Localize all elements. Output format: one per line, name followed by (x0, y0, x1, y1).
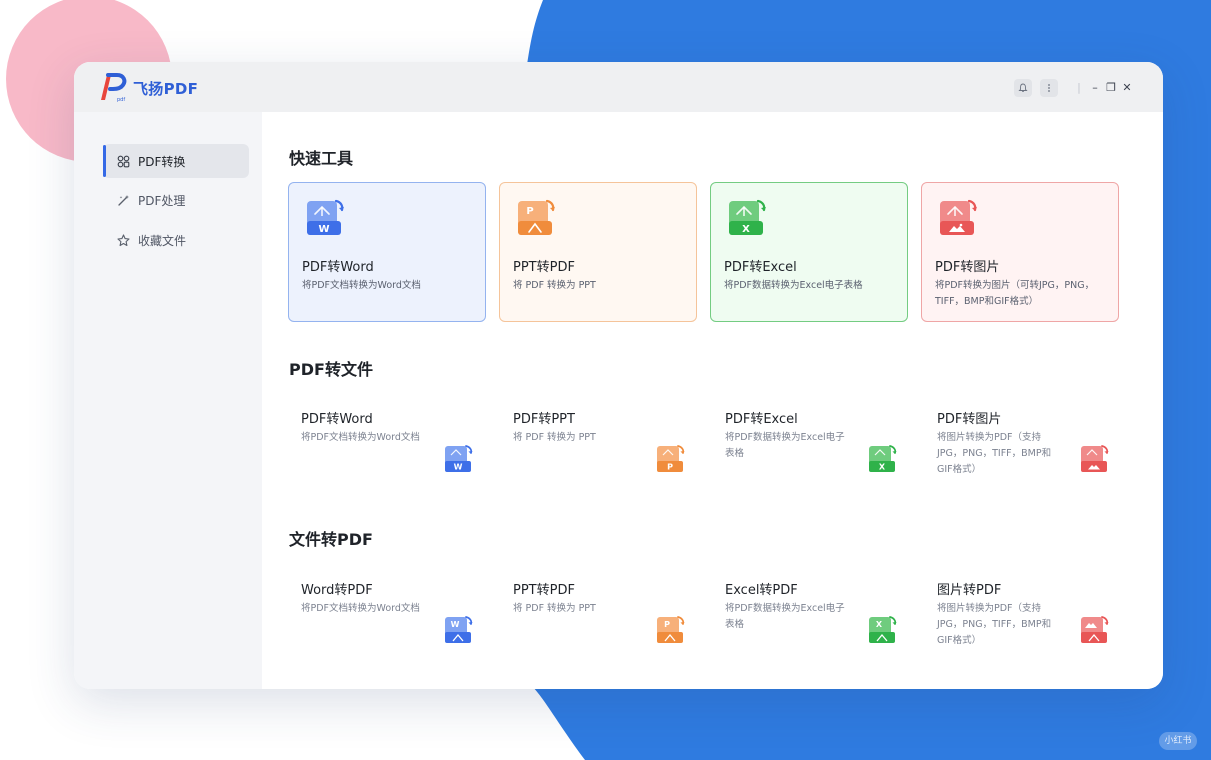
quick-card-desc: 将PDF转换为图片（可转JPG，PNG，TIFF，BMP和GIF格式） (935, 280, 1095, 307)
quick-card-title: PPT转PDF (513, 260, 575, 275)
tool-word-to-pdf[interactable]: Word转PDF 将PDF文档转换为Word文档 W (288, 579, 488, 679)
more-button[interactable] (1040, 79, 1058, 97)
tool-desc: 将PDF数据转换为Excel电子表格 (725, 432, 845, 459)
tool-desc: 将PDF文档转换为Word文档 (301, 432, 420, 443)
bell-button[interactable] (1014, 79, 1032, 97)
quick-card-title: PDF转图片 (935, 260, 1000, 275)
more-vertical-icon (1048, 84, 1050, 92)
tool-title: PDF转图片 (937, 412, 1002, 427)
app-title: 飞扬PDF (133, 80, 199, 98)
tool-excel-to-pdf[interactable]: Excel转PDF 将PDF数据转换为Excel电子表格 X (712, 579, 912, 679)
logo-sub-text: pdf (117, 97, 125, 102)
pdf-to-image-icon (1081, 445, 1109, 472)
tool-pdf-to-word[interactable]: PDF转Word 将PDF文档转换为Word文档 W (288, 408, 488, 508)
icon-badge: W (454, 463, 463, 472)
pdf-to-ppt-icon: P (657, 445, 685, 472)
pdf-to-excel-icon: X (729, 199, 766, 235)
magic-wand-icon (116, 193, 130, 207)
tool-title: Excel转PDF (725, 583, 798, 598)
quick-card-desc: 将PDF文档转换为Word文档 (302, 280, 421, 291)
sidebar: PDF转换 PDF处理 收藏文件 (74, 112, 262, 689)
titlebar-separator: | (1077, 81, 1081, 94)
icon-badge: W (451, 620, 460, 629)
image-to-pdf-icon (1081, 616, 1109, 643)
bell-icon (1018, 83, 1028, 92)
icon-badge: X (876, 620, 883, 629)
sidebar-item-pdf-convert[interactable]: PDF转换 (103, 144, 249, 178)
sidebar-item-label: PDF处理 (138, 193, 186, 208)
sidebar-item-label: 收藏文件 (138, 233, 187, 248)
quick-card-pdf-to-word[interactable]: W PDF转Word 将PDF文档转换为Word文档 (288, 182, 486, 322)
pdf-to-image-icon (940, 199, 977, 235)
pdf-to-word-icon: W (307, 199, 344, 235)
tool-title: PPT转PDF (513, 583, 575, 598)
pdf-to-word-icon: W (445, 445, 473, 472)
quick-card-pdf-to-image[interactable]: PDF转图片 将PDF转换为图片（可转JPG，PNG，TIFF，BMP和GIF格… (921, 182, 1119, 322)
tool-title: PDF转Excel (725, 412, 798, 427)
section-title-quick-tools: 快速工具 (289, 149, 354, 168)
close-button[interactable]: ✕ (1120, 79, 1134, 97)
quick-card-pdf-to-excel[interactable]: X PDF转Excel 将PDF数据转换为Excel电子表格 (710, 182, 908, 322)
tool-image-to-pdf[interactable]: 图片转PDF 将图片转换为PDF（支持JPG，PNG，TIFF，BMP和GIF格… (924, 579, 1124, 679)
tool-desc: 将图片转换为PDF（支持JPG，PNG，TIFF，BMP和GIF格式） (937, 432, 1052, 475)
excel-to-pdf-icon: X (869, 616, 897, 643)
watermark: 小红书 (1159, 732, 1197, 750)
icon-badge: X (879, 463, 886, 472)
sidebar-item-favorites[interactable]: 收藏文件 (103, 223, 249, 257)
ppt-to-pdf-icon: P (518, 199, 555, 235)
tool-desc: 将PDF数据转换为Excel电子表格 (725, 603, 845, 630)
minimize-button[interactable]: – (1088, 79, 1102, 97)
quick-card-title: PDF转Excel (724, 260, 797, 275)
ppt-to-pdf-icon: P (657, 616, 685, 643)
section-title-file-to-pdf: 文件转PDF (289, 530, 373, 549)
star-icon (116, 233, 130, 247)
quick-card-desc: 将 PDF 转换为 PPT (513, 280, 596, 291)
p-logo-icon: pdf (101, 73, 127, 102)
tool-ppt-to-pdf[interactable]: PPT转PDF 将 PDF 转换为 PPT P (500, 579, 700, 679)
quick-card-desc: 将PDF数据转换为Excel电子表格 (724, 280, 863, 291)
tool-desc: 将 PDF 转换为 PPT (513, 432, 596, 443)
icon-badge: P (664, 620, 670, 629)
tool-desc: 将 PDF 转换为 PPT (513, 603, 596, 614)
tool-title: 图片转PDF (937, 583, 1002, 598)
icon-badge: X (742, 224, 750, 235)
tool-pdf-to-ppt[interactable]: PDF转PPT 将 PDF 转换为 PPT P (500, 408, 700, 508)
tool-desc: 将PDF文档转换为Word文档 (301, 603, 420, 614)
tool-pdf-to-excel[interactable]: PDF转Excel 将PDF数据转换为Excel电子表格 X (712, 408, 912, 508)
tool-title: PDF转PPT (513, 412, 575, 427)
tool-pdf-to-image[interactable]: PDF转图片 将图片转换为PDF（支持JPG，PNG，TIFF，BMP和GIF格… (924, 408, 1124, 508)
app-window: pdf 飞扬PDF | – ❐ ✕ PDF转换 PDF处理 收藏文件 快速工具 … (74, 62, 1163, 689)
icon-badge: P (526, 206, 533, 217)
title-bar: pdf 飞扬PDF | – ❐ ✕ (74, 62, 1163, 112)
quick-card-ppt-to-pdf[interactable]: P PPT转PDF 将 PDF 转换为 PPT (499, 182, 697, 322)
pdf-to-excel-icon: X (869, 445, 897, 472)
sidebar-item-label: PDF转换 (138, 154, 186, 169)
sidebar-item-pdf-process[interactable]: PDF处理 (103, 183, 249, 217)
word-to-pdf-icon: W (445, 616, 473, 643)
tool-title: Word转PDF (301, 583, 373, 598)
convert-grid-icon (116, 154, 130, 168)
quick-card-title: PDF转Word (302, 260, 374, 275)
icon-badge: P (667, 463, 673, 472)
main-content: 快速工具 W PDF转Word 将PDF文档转换为Word文档 P PPT转PD… (262, 112, 1163, 689)
icon-badge: W (318, 224, 329, 235)
tool-title: PDF转Word (301, 412, 373, 427)
restore-button[interactable]: ❐ (1104, 79, 1118, 97)
section-title-pdf-to-file: PDF转文件 (289, 360, 373, 379)
tool-desc: 将图片转换为PDF（支持JPG，PNG，TIFF，BMP和GIF格式） (937, 603, 1052, 646)
